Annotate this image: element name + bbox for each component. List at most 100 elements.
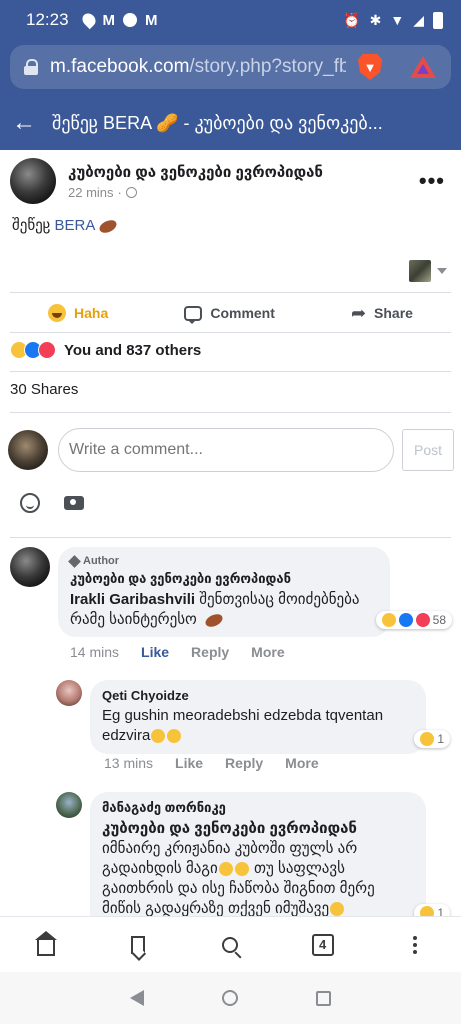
signal-icon: ◢	[413, 11, 424, 28]
laughing-emoji-icon	[234, 862, 249, 877]
shares-count[interactable]: 30 Shares	[10, 381, 78, 398]
laughing-emoji-icon	[167, 729, 182, 744]
haha-label: Haha	[74, 305, 109, 321]
bookmarks-button[interactable]	[126, 933, 150, 957]
system-navigation-bar	[0, 972, 461, 1024]
reply-link[interactable]: Reply	[191, 644, 229, 660]
haha-icon	[48, 304, 67, 322]
reactions-count: You and 837 others	[64, 341, 202, 359]
comment-text: Irakli Garibashvili შენთვისაც მოიძებნება…	[70, 590, 378, 630]
haha-button[interactable]: Haha	[48, 304, 108, 322]
comment-text: კუბოები და ვენოკები ევროპიდან იმნაირე კრი…	[102, 819, 414, 919]
like-reaction-icon	[398, 613, 413, 627]
commenter-avatar[interactable]	[56, 680, 82, 706]
comment-button[interactable]: Comment	[184, 305, 275, 324]
author-badge: Author	[68, 554, 378, 568]
divider	[10, 332, 451, 333]
gmail-icon: M	[102, 11, 116, 29]
battery-icon	[433, 11, 443, 29]
post-comment-button[interactable]: Post	[402, 429, 454, 471]
actor-avatar	[409, 260, 431, 282]
commenter-avatar[interactable]	[10, 547, 50, 587]
post-timestamp[interactable]: 22 mins ·	[68, 185, 323, 200]
comment-bubble: Author კუბოები და ვენოკები ევროპიდან Ira…	[58, 547, 452, 637]
comment-bubble: Qeti Chyoidze Eg gushin meoradebshi edze…	[90, 680, 450, 754]
lock-icon	[24, 59, 38, 75]
menu-button[interactable]	[403, 933, 427, 957]
comment-composer: Post	[8, 428, 458, 472]
comment-input[interactable]	[58, 428, 394, 472]
comment-footer: 13 mins Like Reply More	[104, 755, 319, 771]
more-link[interactable]: More	[285, 755, 318, 771]
peanut-emoji-icon	[97, 217, 119, 235]
browser-url-bar: m.facebook.com/story.php?story_fb ▼	[0, 40, 461, 96]
share-label: Share	[374, 305, 413, 321]
chevron-down-icon	[437, 268, 447, 274]
page-header: ← შეწეჸ BERA 🥜 - კუბოები და ვენოკებ...	[0, 96, 461, 150]
like-link[interactable]: Like	[141, 644, 169, 660]
laughing-emoji-icon	[151, 729, 166, 744]
camera-icon[interactable]	[64, 496, 84, 510]
comment-time[interactable]: 14 mins	[70, 644, 119, 660]
search-icon	[222, 936, 239, 953]
home-button[interactable]	[34, 930, 58, 957]
share-button[interactable]: ➦ Share	[351, 303, 413, 324]
post-time-text: 22 mins	[68, 184, 114, 200]
actor-selector[interactable]	[409, 260, 447, 282]
commenter-name[interactable]: Qeti Chyoidze	[102, 688, 414, 703]
commenter-name[interactable]: მანაგაძე თორნიკე	[102, 800, 414, 816]
nav-recents-icon[interactable]	[316, 990, 331, 1006]
bluetooth-icon: ✱	[369, 11, 382, 28]
location-icon	[79, 10, 98, 30]
reaction-icons	[10, 341, 56, 359]
nav-home-icon[interactable]	[222, 990, 238, 1006]
globe-icon	[125, 186, 137, 198]
address-field[interactable]: m.facebook.com/story.php?story_fb ▼	[10, 45, 451, 89]
tabs-button[interactable]: 4	[311, 933, 335, 957]
comment-mention[interactable]: კუბოები და ვენოკები ევროპიდან	[102, 820, 357, 837]
kebab-menu-icon	[412, 935, 417, 954]
comment-reactions[interactable]: 1	[414, 730, 450, 748]
post-actions: Haha Comment ➦ Share	[0, 294, 461, 332]
like-link[interactable]: Like	[175, 755, 203, 771]
comment-label: Comment	[210, 305, 275, 321]
pencil-icon	[68, 554, 81, 568]
home-icon	[35, 930, 58, 956]
brave-shields-icon[interactable]: ▼	[358, 54, 382, 80]
post-text-prefix: შეწეჸ	[12, 217, 55, 234]
commenter-avatar[interactable]	[56, 792, 82, 818]
divider	[10, 537, 451, 538]
url-host: m.facebook.com	[50, 56, 190, 77]
comment-time[interactable]: 13 mins	[104, 755, 153, 771]
url-text[interactable]: m.facebook.com/story.php?story_fb	[50, 56, 346, 78]
status-time: 12:23	[26, 10, 69, 29]
page-avatar[interactable]	[10, 158, 56, 204]
divider	[10, 292, 451, 293]
more-link[interactable]: More	[251, 644, 284, 660]
comment-body: Eg gushin meoradebshi edzebda tqventan e…	[102, 707, 384, 744]
comment-text: Eg gushin meoradebshi edzebda tqventan e…	[102, 706, 414, 746]
notification-dot-icon	[123, 13, 138, 27]
laughing-emoji-icon	[218, 862, 233, 877]
comment-footer: 14 mins Like Reply More	[70, 644, 285, 660]
post-hashtag-link[interactable]: BERA	[55, 217, 96, 234]
brave-rewards-icon[interactable]	[410, 56, 436, 78]
tab-count: 4	[311, 933, 334, 956]
back-arrow-icon[interactable]: ←	[12, 109, 36, 137]
reactions-summary[interactable]: You and 837 others	[10, 341, 201, 359]
post-header: კუბოები და ვენოკები ევროპიდან 22 mins · •…	[0, 150, 461, 212]
peanut-emoji-icon	[203, 611, 225, 629]
alarm-icon: ⏰	[343, 11, 361, 28]
search-button[interactable]	[218, 933, 242, 957]
post-options-icon[interactable]: •••	[419, 168, 451, 194]
comment-bubble: მანაგაძე თორნიკე კუბოები და ვენოკები ევრ…	[90, 792, 450, 932]
reply-link[interactable]: Reply	[225, 755, 263, 771]
comment-mention[interactable]: Irakli Garibashvili	[70, 591, 195, 608]
nav-back-icon[interactable]	[130, 990, 144, 1006]
commenter-name[interactable]: კუბოები და ვენოკები ევროპიდან	[70, 571, 378, 587]
haha-reaction-icon	[420, 732, 435, 746]
comment-reactions[interactable]: 58	[375, 611, 452, 629]
reaction-count: 58	[432, 613, 446, 627]
page-name[interactable]: კუბოები და ვენოკები ევროპიდან	[68, 163, 323, 181]
emoji-picker-icon[interactable]	[20, 493, 40, 513]
